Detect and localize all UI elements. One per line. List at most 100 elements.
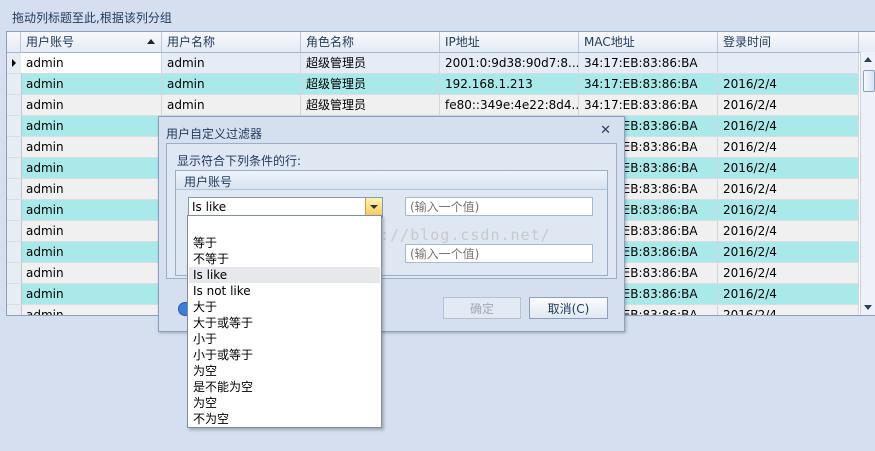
condition-group-header: 用户账号 [176,171,607,190]
dropdown-option[interactable]: Is not like [189,283,380,299]
chevron-down-icon [370,205,378,209]
dropdown-option[interactable]: 等于 [189,235,380,251]
dialog-title: 用户自定义过滤器 [166,127,263,141]
row-indicator[interactable] [7,95,22,115]
table-cell[interactable]: admin [162,95,301,115]
table-cell[interactable]: 2016/2/4 [718,200,859,220]
dropdown-option[interactable] [189,219,380,235]
table-row[interactable]: admin admin 超级管理员 192.168.1.213 34:17:EB:83:… [7,74,859,95]
column-header-label: 用户名称 [167,35,216,49]
table-cell[interactable]: admin [21,74,162,94]
table-cell[interactable]: fe80::349e:4e22:8d4... [440,95,579,115]
table-row[interactable]: admin admin 超级管理员 fe80::349e:4e22:8d4... 34:… [7,95,859,116]
table-cell[interactable]: 2001:0:9d38:90d7:8... [440,53,579,73]
table-cell[interactable]: 34:17:EB:83:86:BA [579,53,718,73]
column-header-role[interactable]: 角色名称 [301,32,440,52]
ok-button[interactable]: 确定 [443,297,521,319]
dropdown-option[interactable]: 大于 [189,299,380,315]
dropdown-option[interactable]: 大于或等于 [189,315,380,331]
column-header-ip[interactable]: IP地址 [440,32,579,52]
table-cell[interactable]: admin [21,284,162,304]
dropdown-option[interactable]: Is like [189,267,380,283]
group-by-panel[interactable]: 拖动列标题至此,根据该列分组 [0,0,875,31]
table-row[interactable]: admin admin 超级管理员 2001:0:9d38:90d7:8... 34:1… [7,53,859,74]
scroll-down-icon[interactable] [864,305,872,310]
current-row-icon [12,59,16,67]
group-by-hint: 拖动列标题至此,根据该列分组 [12,11,172,25]
operator-value: Is like [192,200,227,214]
table-cell[interactable]: 2016/2/4 [718,242,859,262]
table-cell[interactable] [718,53,859,73]
table-cell[interactable]: 34:17:EB:83:86:BA [579,74,718,94]
table-cell[interactable]: 192.168.1.213 [440,74,579,94]
table-cell[interactable]: 34:17:EB:83:86:BA [579,95,718,115]
indicator-header [7,32,21,52]
sort-ascending-icon [147,39,155,44]
row-indicator[interactable] [7,116,22,136]
operator-dropdown-list[interactable]: 等于 不等于 Is like Is not like 大于 大于或等于 小于 小于或等于 为空是… [187,215,382,428]
value-input-2[interactable] [405,244,593,263]
column-header-label: MAC地址 [584,35,635,49]
table-cell[interactable]: 2016/2/4 [718,137,859,157]
column-header-label: 登录时间 [723,35,772,49]
table-cell[interactable]: 2016/2/4 [718,116,859,136]
dropdown-option[interactable]: 不等于 [189,251,380,267]
table-cell[interactable]: admin [162,74,301,94]
column-header-label: 角色名称 [306,35,355,49]
table-cell[interactable]: admin [21,242,162,262]
row-indicator[interactable] [7,305,22,315]
table-cell[interactable]: 超级管理员 [301,95,440,115]
column-header-account[interactable]: 用户账号 [21,32,162,52]
grid-vertical-scrollbar[interactable] [860,52,875,315]
column-header-mac[interactable]: MAC地址 [579,32,718,52]
dropdown-option[interactable]: 小于 [189,331,380,347]
column-header-label: IP地址 [445,35,480,49]
table-cell[interactable]: admin [21,305,162,315]
close-icon[interactable]: ✕ [600,123,611,138]
value-input-1[interactable] [405,197,593,216]
row-indicator[interactable] [7,179,22,199]
table-cell[interactable]: admin [21,95,162,115]
table-cell[interactable]: admin [21,263,162,283]
row-indicator[interactable] [7,74,22,94]
table-cell[interactable]: 2016/2/4 [718,263,859,283]
filter-caption: 显示符合下列条件的行: [177,154,302,168]
table-cell[interactable]: 超级管理员 [301,74,440,94]
row-indicator[interactable] [7,284,22,304]
table-cell[interactable]: 2016/2/4 [718,179,859,199]
field-name: 用户账号 [184,175,233,189]
scroll-up-icon[interactable] [864,57,872,62]
table-cell[interactable]: admin [21,137,162,157]
row-indicator[interactable] [7,242,22,262]
table-cell[interactable]: admin [21,53,162,73]
table-cell[interactable]: 2016/2/4 [718,95,859,115]
row-indicator[interactable] [7,200,22,220]
table-cell[interactable]: 超级管理员 [301,53,440,73]
row-indicator[interactable] [7,53,22,73]
table-cell[interactable]: 2016/2/4 [718,221,859,241]
table-cell[interactable]: 2016/2/4 [718,284,859,304]
table-cell[interactable]: admin [21,221,162,241]
row-indicator[interactable] [7,263,22,283]
table-cell[interactable]: 2016/2/4 [718,158,859,178]
row-indicator[interactable] [7,158,22,178]
dropdown-option[interactable]: 不为空 [189,411,380,427]
table-cell[interactable]: admin [21,158,162,178]
grid-header: 用户账号 用户名称 角色名称 IP地址 MAC地址 登录时间 [7,32,875,53]
dropdown-option[interactable]: 小于或等于 [189,347,380,363]
column-header-username[interactable]: 用户名称 [162,32,301,52]
table-cell[interactable]: 2016/2/4 [718,305,859,315]
dropdown-option[interactable]: 为空 [189,395,380,411]
dropdown-option[interactable]: 是不能为空 [189,379,380,395]
dropdown-option[interactable]: 为空 [189,363,380,379]
table-cell[interactable]: admin [162,53,301,73]
table-cell[interactable]: admin [21,200,162,220]
cancel-button[interactable]: 取消(C) [529,297,608,319]
row-indicator[interactable] [7,137,22,157]
column-header-login-time[interactable]: 登录时间 [718,32,859,52]
row-indicator[interactable] [7,221,22,241]
table-cell[interactable]: admin [21,116,162,136]
scroll-thumb[interactable] [863,70,875,92]
table-cell[interactable]: 2016/2/4 [718,74,859,94]
table-cell[interactable]: admin [21,179,162,199]
